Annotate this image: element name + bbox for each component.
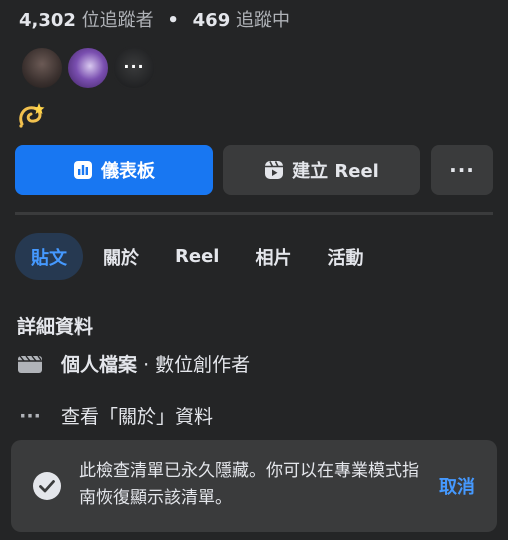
tab-about[interactable]: 關於 — [87, 233, 155, 280]
toast-cancel-button[interactable]: 取消 — [439, 473, 475, 499]
following-count[interactable]: 469 — [193, 10, 231, 31]
create-reel-label: 建立 Reel — [292, 161, 379, 182]
about-link-label: 查看「關於」資料 — [61, 406, 214, 428]
more-actions-button[interactable]: ··· — [431, 145, 493, 195]
clapperboard-icon — [18, 355, 42, 373]
more-dots-icon: ··· — [19, 404, 41, 427]
create-reel-button[interactable]: 建立 Reel — [223, 145, 420, 195]
more-dots-icon: ··· — [449, 158, 475, 182]
tab-reels[interactable]: Reel — [159, 233, 235, 280]
details-title: 詳細資料 — [17, 316, 94, 338]
tab-events[interactable]: 活動 — [311, 233, 379, 280]
more-dots-icon: ··· — [123, 57, 145, 76]
followers-label[interactable]: 位追蹤者 — [82, 10, 154, 31]
profile-category: · 數位創作者 — [143, 354, 251, 376]
following-label[interactable]: 追蹤中 — [236, 10, 290, 31]
tab-photos[interactable]: 相片 — [239, 233, 307, 280]
follow-stats: 4,302 位追蹤者 • 469 追蹤中 — [19, 6, 290, 32]
about-link-row[interactable]: ··· 查看「關於」資料 — [17, 402, 213, 429]
dashboard-button[interactable]: 儀表板 — [15, 145, 213, 195]
dashboard-label: 儀表板 — [101, 161, 155, 182]
avatar[interactable] — [20, 46, 64, 90]
tab-posts[interactable]: 貼文 — [15, 233, 83, 280]
profile-tabs: 貼文 關於 Reel 相片 活動 — [15, 233, 383, 280]
reel-icon — [265, 161, 284, 179]
profile-type-row: 個人檔案 · 數位創作者 — [17, 350, 250, 377]
checklist-hidden-toast: 此檢查清單已永久隱藏。你可以在專業模式指南恢復顯示該清單。 取消 — [11, 440, 497, 532]
avatar[interactable] — [66, 46, 110, 90]
followers-count[interactable]: 4,302 — [19, 10, 76, 31]
toast-message: 此檢查清單已永久隱藏。你可以在專業模式指南恢復顯示該清單。 — [79, 461, 419, 508]
dizzy-emoji-icon — [19, 103, 45, 128]
stats-separator: • — [167, 10, 179, 31]
check-circle-icon — [33, 472, 61, 500]
more-avatars-button[interactable]: ··· — [112, 46, 156, 90]
chart-icon — [74, 161, 92, 179]
divider — [15, 212, 493, 215]
profile-type-label: 個人檔案 — [61, 354, 138, 376]
